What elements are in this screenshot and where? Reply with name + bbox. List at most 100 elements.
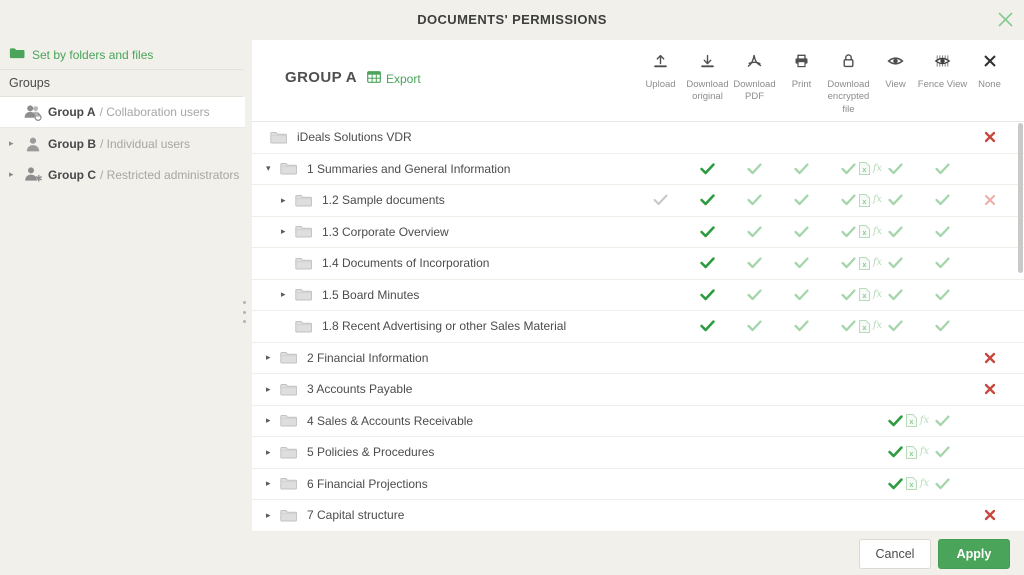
perm-cell-view[interactable]: xfx — [872, 413, 919, 428]
perm-cell-view[interactable] — [872, 163, 919, 175]
perm-cell-fence[interactable] — [919, 478, 966, 490]
cancel-button[interactable]: Cancel — [859, 539, 931, 569]
table-row[interactable]: ▸ 4 Sales & Accounts Receivable xfx — [252, 406, 1024, 438]
table-row[interactable]: iDeals Solutions VDR — [252, 122, 1024, 154]
table-row[interactable]: 1.4 Documents of Incorporation xfx — [252, 248, 1024, 280]
column-header-pdf[interactable]: Download PDF — [731, 40, 778, 122]
export-button[interactable]: Export — [367, 71, 421, 86]
check-icon — [700, 194, 715, 206]
perm-cell-prt[interactable] — [778, 194, 825, 206]
perm-cell-enc[interactable]: xfx — [825, 193, 872, 208]
perm-cell-dlo[interactable] — [684, 163, 731, 175]
perm-cell-prt[interactable] — [778, 257, 825, 269]
perm-cell-fence[interactable] — [919, 289, 966, 301]
chevron-right-icon[interactable]: ▸ — [266, 511, 280, 520]
column-header-fence[interactable]: Fence View — [919, 40, 966, 122]
perm-cell-view[interactable] — [872, 194, 919, 206]
export-label: Export — [386, 72, 421, 86]
column-header-none[interactable]: None — [966, 40, 1013, 122]
chevron-right-icon[interactable]: ▸ — [9, 138, 22, 149]
table-row[interactable]: ▸ 6 Financial Projections xfx — [252, 469, 1024, 501]
chevron-right-icon[interactable]: ▸ — [9, 169, 22, 180]
column-header-up[interactable]: Upload — [637, 40, 684, 122]
perm-cell-fence[interactable] — [919, 257, 966, 269]
perm-cell-enc[interactable]: xfx — [825, 161, 872, 176]
perm-cell-fence[interactable] — [919, 320, 966, 332]
perm-cell-prt[interactable] — [778, 289, 825, 301]
perm-cell-pdf[interactable] — [731, 289, 778, 301]
apply-button[interactable]: Apply — [938, 539, 1010, 569]
panel-resize-handle[interactable] — [243, 301, 249, 323]
perm-cell-fence[interactable] — [919, 194, 966, 206]
sidebar-group-group-c[interactable]: ▸ Group C / Restricted administrators — [0, 159, 245, 190]
check-icon — [747, 194, 762, 206]
chevron-right-icon[interactable]: ▸ — [281, 227, 295, 236]
sidebar-group-group-a[interactable]: Group A / Collaboration users — [0, 97, 245, 128]
perm-cell-view[interactable]: xfx — [872, 445, 919, 460]
chevron-right-icon[interactable]: ▸ — [266, 416, 280, 425]
chevron-right-icon[interactable]: ▸ — [266, 479, 280, 488]
perm-cell-pdf[interactable] — [731, 320, 778, 332]
column-header-prt[interactable]: Print — [778, 40, 825, 122]
perm-cell-pdf[interactable] — [731, 163, 778, 175]
perm-cell-view[interactable] — [872, 257, 919, 269]
perm-cell-prt[interactable] — [778, 163, 825, 175]
perm-cell-none[interactable] — [966, 194, 1013, 206]
table-row[interactable]: ▸ 1.3 Corporate Overview xfx — [252, 217, 1024, 249]
close-icon[interactable] — [997, 11, 1014, 33]
perm-cell-prt[interactable] — [778, 320, 825, 332]
chevron-right-icon[interactable]: ▸ — [281, 196, 295, 205]
perm-cell-view[interactable] — [872, 226, 919, 238]
chevron-right-icon[interactable]: ▸ — [266, 353, 280, 362]
perm-cell-pdf[interactable] — [731, 226, 778, 238]
perm-cell-view[interactable]: xfx — [872, 476, 919, 491]
perm-cell-view[interactable] — [872, 320, 919, 332]
column-header-enc[interactable]: Download encrypted file — [825, 40, 872, 122]
perm-cell-none[interactable] — [966, 131, 1013, 143]
perm-cell-dlo[interactable] — [684, 289, 731, 301]
table-row[interactable]: ▸ 3 Accounts Payable — [252, 374, 1024, 406]
perm-cell-up[interactable] — [637, 194, 684, 206]
perm-cell-none[interactable] — [966, 352, 1013, 364]
perm-cell-prt[interactable] — [778, 226, 825, 238]
perm-cell-none[interactable] — [966, 383, 1013, 395]
folder-icon — [280, 162, 297, 175]
table-row[interactable]: ▸ 7 Capital structure — [252, 500, 1024, 532]
perm-cell-fence[interactable] — [919, 446, 966, 458]
perm-cell-dlo[interactable] — [684, 194, 731, 206]
perm-cell-pdf[interactable] — [731, 194, 778, 206]
perm-cell-dlo[interactable] — [684, 226, 731, 238]
chevron-right-icon[interactable]: ▸ — [266, 448, 280, 457]
check-icon — [888, 257, 903, 269]
table-row[interactable]: ▸ 2 Financial Information — [252, 343, 1024, 375]
perm-cell-view[interactable] — [872, 289, 919, 301]
perm-cell-enc[interactable]: xfx — [825, 319, 872, 334]
perm-cell-fence[interactable] — [919, 163, 966, 175]
group-name: Group B — [48, 137, 96, 151]
perm-cell-fence[interactable] — [919, 415, 966, 427]
sidebar-group-group-b[interactable]: ▸ Group B / Individual users — [0, 128, 245, 159]
perm-cell-dlo[interactable] — [684, 257, 731, 269]
scrollbar-thumb[interactable] — [1018, 123, 1023, 273]
check-icon — [794, 226, 809, 238]
column-header-view[interactable]: View — [872, 40, 919, 122]
check-icon — [935, 289, 950, 301]
table-row[interactable]: 1.8 Recent Advertising or other Sales Ma… — [252, 311, 1024, 343]
perm-cell-dlo[interactable] — [684, 320, 731, 332]
column-header-dlo[interactable]: Download original — [684, 40, 731, 122]
table-row[interactable]: ▸ 1.2 Sample documents xfx — [252, 185, 1024, 217]
set-by-folders-link[interactable]: Set by folders and files — [0, 40, 243, 70]
perm-cell-fence[interactable] — [919, 226, 966, 238]
chevron-right-icon[interactable]: ▸ — [281, 290, 295, 299]
perm-cell-pdf[interactable] — [731, 257, 778, 269]
perm-cell-enc[interactable]: xfx — [825, 256, 872, 271]
perm-cell-enc[interactable]: xfx — [825, 224, 872, 239]
table-row[interactable]: ▸ 5 Policies & Procedures xfx — [252, 437, 1024, 469]
table-row[interactable]: ▸ 1.5 Board Minutes xfx — [252, 280, 1024, 312]
folder-icon — [295, 257, 312, 270]
perm-cell-enc[interactable]: xfx — [825, 287, 872, 302]
table-row[interactable]: ▾ 1 Summaries and General Information xf… — [252, 154, 1024, 186]
chevron-right-icon[interactable]: ▸ — [266, 385, 280, 394]
perm-cell-none[interactable] — [966, 509, 1013, 521]
chevron-down-icon[interactable]: ▾ — [266, 164, 280, 173]
